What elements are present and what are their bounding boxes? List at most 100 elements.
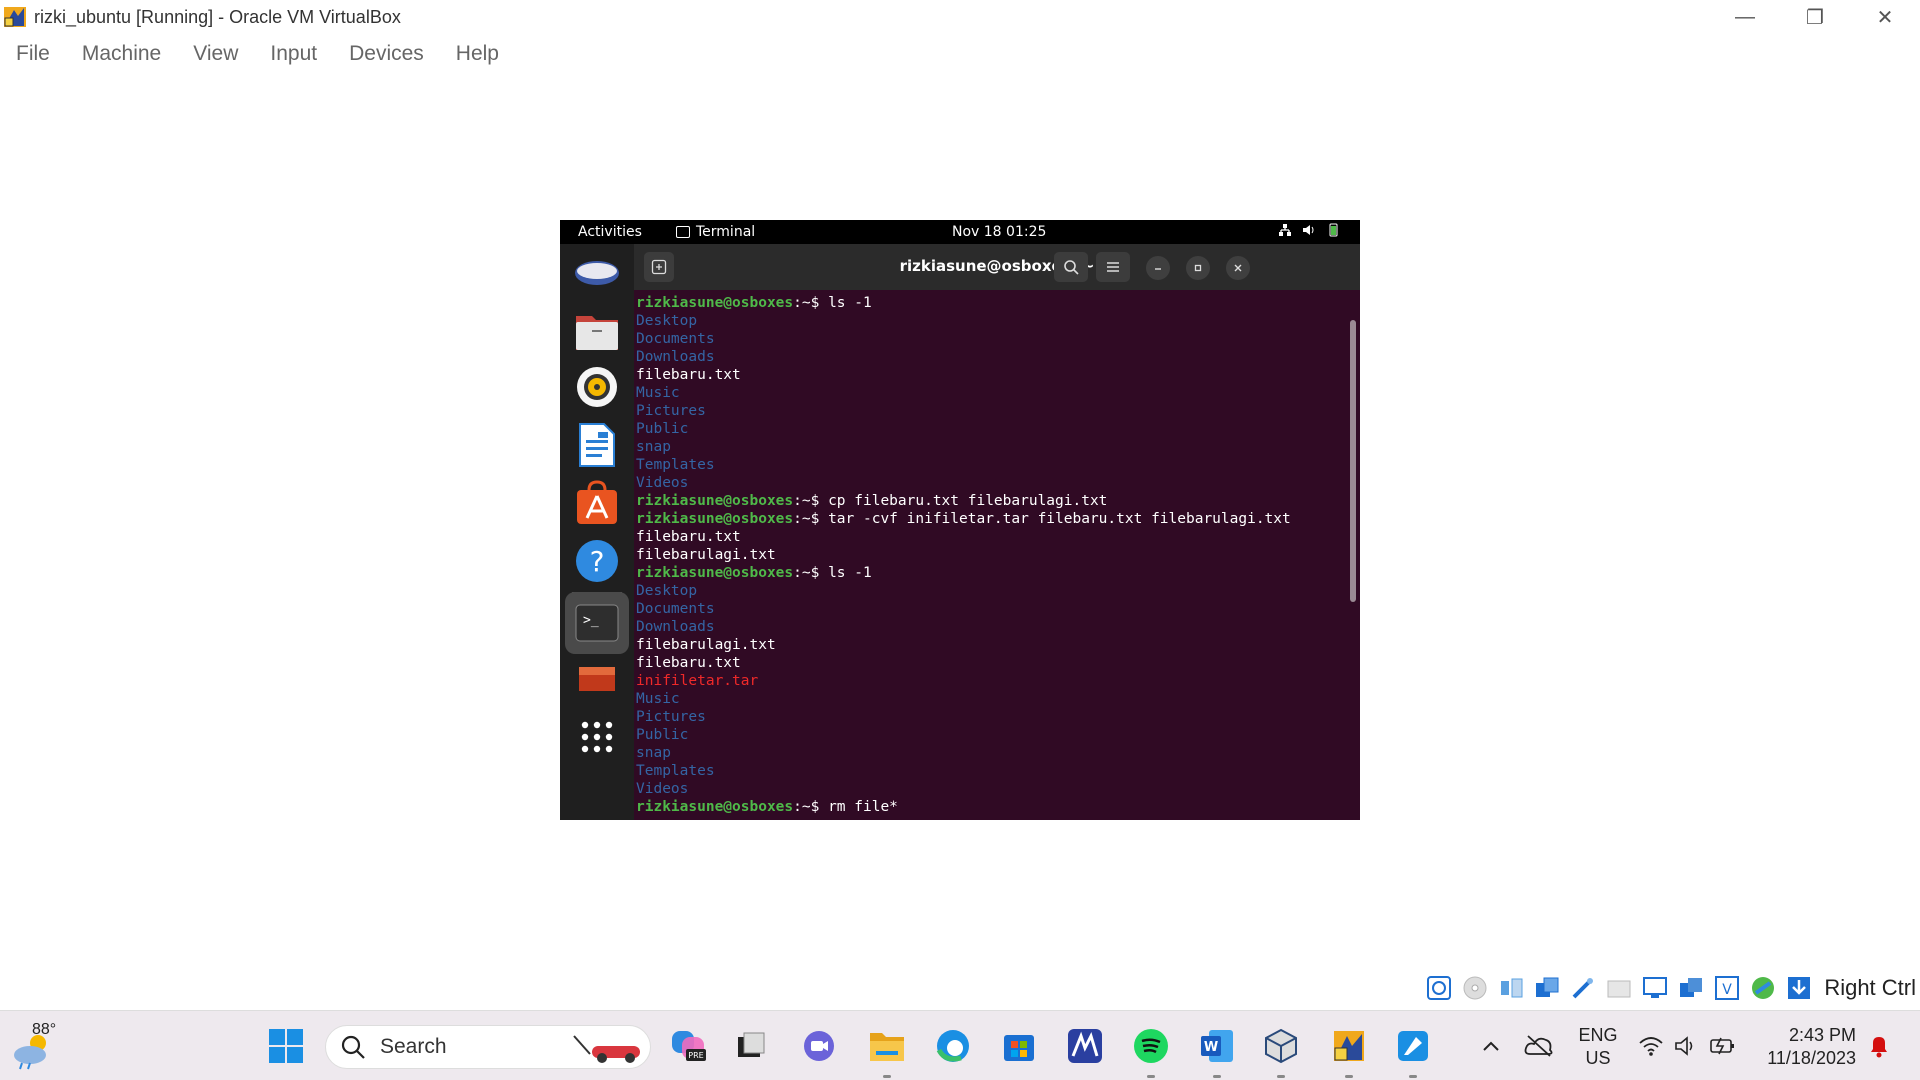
search-icon — [341, 1035, 365, 1059]
terminal-maximize-button[interactable] — [1186, 256, 1210, 280]
hard-disk-icon[interactable] — [1424, 973, 1454, 1003]
language-code: ENG — [1578, 1025, 1618, 1045]
terminal-title: rizkiasune@osboxes: ~ — [899, 257, 1095, 275]
chat-icon[interactable] — [798, 1025, 840, 1067]
prompt-user: rizkiasune@osboxes — [636, 493, 794, 509]
menu-machine[interactable]: Machine — [82, 42, 161, 66]
ubuntu-desktop-icon[interactable] — [572, 658, 622, 698]
terminal-output-line: filebaru.txt — [636, 654, 1336, 672]
menu-devices[interactable]: Devices — [349, 42, 424, 66]
app-m-icon[interactable] — [1064, 1025, 1106, 1067]
weather-widget[interactable]: 88° — [12, 1021, 62, 1070]
cube-app-running-indicator — [1277, 1075, 1285, 1078]
battery-icon — [1329, 223, 1338, 237]
terminal-output-line: Downloads — [636, 348, 1336, 366]
gnome-clock[interactable]: Nov 18 01:25 — [952, 224, 1046, 240]
archive-entry: inifiletar.tar — [636, 673, 759, 689]
activities-button[interactable]: Activities — [578, 224, 642, 240]
search-highlight-icon — [573, 1035, 640, 1063]
spotify-icon[interactable] — [1130, 1025, 1172, 1067]
network-adapter-icon[interactable] — [1532, 973, 1562, 1003]
copilot-icon[interactable]: PRE — [668, 1025, 710, 1067]
usb-icon[interactable] — [1568, 973, 1598, 1003]
directory-entry: Desktop — [636, 583, 698, 599]
terminal-minimize-button[interactable] — [1146, 256, 1170, 280]
microsoft-store-icon[interactable] — [998, 1025, 1040, 1067]
file-entry: filebarulagi.txt — [636, 547, 776, 563]
edge-icon[interactable] — [932, 1025, 974, 1067]
audio-icon[interactable] — [1496, 973, 1526, 1003]
terminal-output-line: snap — [636, 438, 1336, 456]
language-indicator[interactable]: ENG US — [1578, 1024, 1618, 1070]
task-view-icon[interactable] — [730, 1025, 772, 1067]
onedrive-icon[interactable] — [1518, 1025, 1560, 1067]
directory-entry: Public — [636, 727, 689, 743]
terminal-window[interactable]: rizkiasune@osboxes: ~ rizkiasune@osboxes… — [634, 244, 1360, 820]
directory-entry: snap — [636, 745, 671, 761]
clock-time: 2:43 PM — [1788, 1025, 1856, 1045]
terminal-command-line: rizkiasune@osboxes:~$ ls -1 — [636, 294, 1336, 312]
menu-help[interactable]: Help — [456, 42, 499, 66]
show-apps-icon[interactable] — [572, 712, 622, 762]
command-text: cp filebaru.txt filebarulagi.txt — [828, 493, 1108, 509]
terminal-output-line: filebaru.txt — [636, 528, 1336, 546]
terminal-command-line: rizkiasune@osboxes:~$ rm file* — [636, 798, 1336, 816]
directory-entry: Documents — [636, 601, 715, 617]
app-menu[interactable]: Terminal — [676, 224, 755, 240]
terminal-search-button[interactable] — [1054, 252, 1088, 282]
video-capture-icon[interactable] — [1676, 973, 1706, 1003]
rhythmbox-icon[interactable] — [572, 362, 622, 412]
directory-entry: Pictures — [636, 403, 706, 419]
taskbar-search[interactable]: Search — [325, 1025, 651, 1069]
terminal-command-line: rizkiasune@osboxes:~$ tar -cvf inifileta… — [636, 510, 1336, 528]
optical-drive-icon[interactable] — [1460, 973, 1490, 1003]
menu-input[interactable]: Input — [270, 42, 317, 66]
prompt-suffix: :~$ — [793, 295, 829, 311]
file-explorer-icon[interactable] — [866, 1025, 908, 1067]
battery-charging-icon[interactable] — [1702, 1025, 1744, 1067]
help-icon[interactable]: ? — [572, 536, 622, 586]
search-label: Search — [380, 1035, 447, 1058]
app-center-icon[interactable] — [572, 478, 622, 528]
files-icon[interactable] — [572, 306, 622, 356]
cube-app-icon[interactable] — [1260, 1025, 1302, 1067]
vm-display[interactable]: Activities Terminal Nov 18 01:25 ? >_ ri… — [560, 220, 1360, 820]
speaker-icon[interactable] — [1665, 1025, 1707, 1067]
svg-text:W: W — [1204, 1040, 1218, 1055]
terminal-scrollbar[interactable] — [1350, 320, 1356, 602]
terminal-output[interactable]: rizkiasune@osboxes:~$ ls -1 Desktop Docume… — [636, 294, 1336, 820]
clock-date[interactable]: 2:43 PM 11/18/2023 — [1760, 1024, 1856, 1070]
start-button[interactable] — [265, 1025, 307, 1067]
restore-button[interactable]: ❐ — [1780, 0, 1850, 34]
close-button[interactable]: ✕ — [1850, 0, 1920, 34]
terminal-output-line: Templates — [636, 762, 1336, 780]
vtx-icon[interactable]: V — [1712, 973, 1742, 1003]
terminal-close-button[interactable] — [1226, 256, 1250, 280]
directory-entry: Videos — [636, 475, 689, 491]
gnome-system-tray[interactable] — [1278, 223, 1340, 237]
word-icon[interactable]: W — [1196, 1025, 1238, 1067]
gnome-top-bar: Activities Terminal Nov 18 01:25 — [560, 220, 1360, 244]
chevron-up-icon[interactable] — [1470, 1025, 1512, 1067]
directory-entry: Templates — [636, 457, 715, 473]
writer-icon[interactable] — [572, 420, 622, 470]
terminal-icon[interactable]: >_ — [565, 592, 629, 654]
app-menu-label: Terminal — [696, 224, 756, 240]
keyboard-layout: US — [1585, 1048, 1611, 1068]
directory-entry: Pictures — [636, 709, 706, 725]
minimize-button[interactable]: — — [1710, 0, 1780, 34]
download-icon[interactable] — [1784, 973, 1814, 1003]
menu-file[interactable]: File — [16, 42, 50, 66]
notification-bell-icon[interactable] — [1858, 1025, 1900, 1067]
ubuntu-dock: ? >_ — [560, 244, 634, 820]
directory-entry: Music — [636, 385, 680, 401]
display-icon[interactable] — [1640, 973, 1670, 1003]
prompt-suffix: :~$ — [793, 565, 829, 581]
ubuntu-logo-icon[interactable] — [572, 248, 622, 298]
guest-additions-icon[interactable] — [1748, 973, 1778, 1003]
terminal-menu-button[interactable] — [1096, 252, 1130, 282]
menu-view[interactable]: View — [193, 42, 238, 66]
snipping-tool-icon[interactable] — [1392, 1025, 1434, 1067]
virtualbox-taskbar-icon[interactable] — [1328, 1025, 1370, 1067]
shared-folders-icon[interactable] — [1604, 973, 1634, 1003]
